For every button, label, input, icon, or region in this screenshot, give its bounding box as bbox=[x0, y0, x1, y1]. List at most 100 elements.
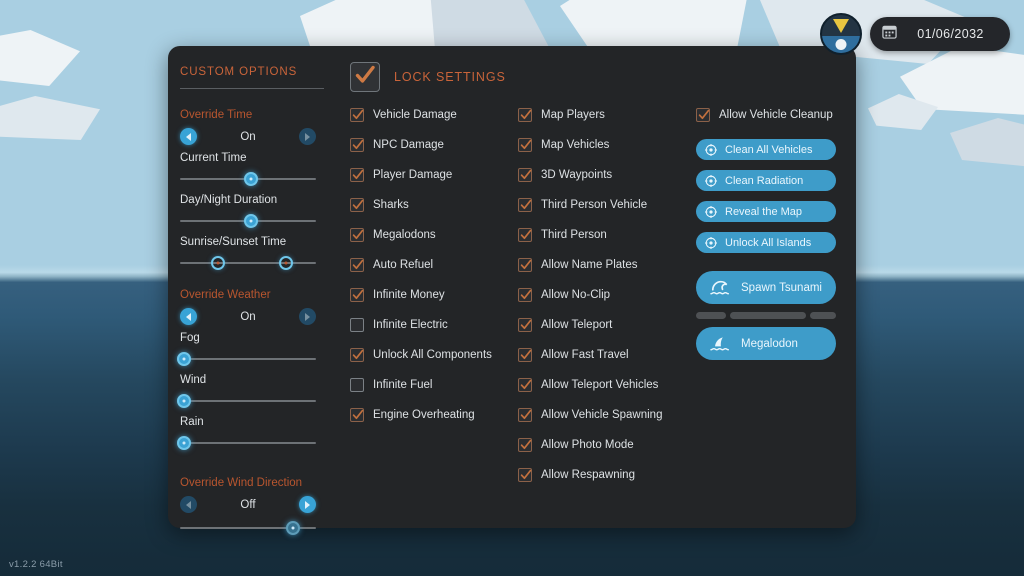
arrow-right-icon[interactable] bbox=[299, 308, 316, 325]
checkbox-engine-overheating[interactable]: Engine Overheating bbox=[350, 408, 510, 422]
checkmark-icon[interactable] bbox=[518, 318, 532, 332]
slider-knob[interactable] bbox=[244, 214, 258, 228]
checkmark-icon[interactable] bbox=[518, 258, 532, 272]
button-spawn-tsunami[interactable]: Spawn Tsunami bbox=[696, 271, 836, 304]
checkmark-icon[interactable] bbox=[518, 108, 532, 122]
checkmark-icon[interactable] bbox=[518, 378, 532, 392]
lock-settings-checkbox[interactable] bbox=[350, 62, 380, 92]
checkmark-icon[interactable] bbox=[350, 288, 364, 302]
slider-day-night-duration[interactable] bbox=[180, 213, 316, 229]
checkbox-label: Map Players bbox=[541, 109, 605, 121]
slider-current-time[interactable] bbox=[180, 171, 316, 187]
checkbox-label: Third Person Vehicle bbox=[541, 199, 647, 211]
checkbox-third-person[interactable]: Third Person bbox=[518, 228, 688, 242]
checkbox-label: Allow Teleport bbox=[541, 319, 612, 331]
lock-settings-row[interactable]: LOCK SETTINGS bbox=[350, 46, 506, 92]
checkbox-label: Infinite Fuel bbox=[373, 379, 432, 391]
slider-knob[interactable] bbox=[177, 352, 191, 366]
checkmark-icon[interactable] bbox=[518, 288, 532, 302]
slider-wind-direction[interactable] bbox=[180, 520, 316, 536]
arrow-right-icon[interactable] bbox=[299, 128, 316, 145]
checkmark-icon[interactable] bbox=[518, 168, 532, 182]
checkbox-allow-respawning[interactable]: Allow Respawning bbox=[518, 468, 688, 482]
checkbox-unlock-all-components[interactable]: Unlock All Components bbox=[350, 348, 510, 362]
arrow-right-icon[interactable] bbox=[299, 496, 316, 513]
arrow-left-icon[interactable] bbox=[180, 128, 197, 145]
avatar[interactable] bbox=[820, 13, 862, 55]
group-label: Override Wind Direction bbox=[180, 477, 340, 489]
checkmark-icon[interactable] bbox=[518, 198, 532, 212]
checkbox-label: Vehicle Damage bbox=[373, 109, 457, 121]
slider-knob-max[interactable] bbox=[279, 256, 293, 270]
button-megalodon[interactable]: Megalodon bbox=[696, 327, 836, 360]
checkbox-map-vehicles[interactable]: Map Vehicles bbox=[518, 138, 688, 152]
checkbox-3d-waypoints[interactable]: 3D Waypoints bbox=[518, 168, 688, 182]
checkbox-auto-refuel[interactable]: Auto Refuel bbox=[350, 258, 510, 272]
slider-knob[interactable] bbox=[244, 172, 258, 186]
checkbox-third-person-vehicle[interactable]: Third Person Vehicle bbox=[518, 198, 688, 212]
checkbox-map-players[interactable]: Map Players bbox=[518, 108, 688, 122]
override-group-override-time: Override TimeOnCurrent TimeDay/Night Dur… bbox=[180, 109, 340, 271]
arrow-left-icon[interactable] bbox=[180, 308, 197, 325]
target-icon bbox=[705, 175, 717, 187]
checkmark-icon[interactable] bbox=[350, 138, 364, 152]
slider-knob[interactable] bbox=[286, 521, 300, 535]
checkmark-icon[interactable] bbox=[518, 348, 532, 362]
checkbox-npc-damage[interactable]: NPC Damage bbox=[350, 138, 510, 152]
checkbox-allow-fast-travel[interactable]: Allow Fast Travel bbox=[518, 348, 688, 362]
checkbox-allow-vehicle-cleanup[interactable]: Allow Vehicle Cleanup bbox=[696, 108, 846, 122]
checkmark-icon[interactable] bbox=[350, 228, 364, 242]
button-clean-all-vehicles[interactable]: Clean All Vehicles bbox=[696, 139, 836, 160]
checkbox-allow-vehicle-spawning[interactable]: Allow Vehicle Spawning bbox=[518, 408, 688, 422]
slider-knob[interactable] bbox=[177, 436, 191, 450]
checkmark-icon[interactable] bbox=[350, 168, 364, 182]
checkmark-icon[interactable] bbox=[518, 138, 532, 152]
button-unlock-all-islands[interactable]: Unlock All Islands bbox=[696, 232, 836, 253]
checkbox-allow-name-plates[interactable]: Allow Name Plates bbox=[518, 258, 688, 272]
checkmark-icon[interactable] bbox=[350, 108, 364, 122]
slider-track bbox=[180, 262, 316, 264]
segment bbox=[696, 312, 726, 319]
checkbox-label: Megalodons bbox=[373, 229, 436, 241]
checkmark-icon[interactable] bbox=[518, 408, 532, 422]
slider-knob[interactable] bbox=[177, 394, 191, 408]
button-label: Clean All Vehicles bbox=[725, 144, 812, 156]
checkbox-label: Player Damage bbox=[373, 169, 452, 181]
checkmark-icon[interactable] bbox=[696, 108, 710, 122]
checkmark-icon[interactable] bbox=[350, 198, 364, 212]
checkbox-megalodons[interactable]: Megalodons bbox=[350, 228, 510, 242]
avatar-marker-icon bbox=[833, 19, 849, 33]
checkbox-allow-no-clip[interactable]: Allow No-Clip bbox=[518, 288, 688, 302]
checkbox-label: Allow Respawning bbox=[541, 469, 635, 481]
checkbox-label: Allow Photo Mode bbox=[541, 439, 634, 451]
checkbox-vehicle-damage[interactable]: Vehicle Damage bbox=[350, 108, 510, 122]
group-label: Override Time bbox=[180, 109, 340, 121]
arrow-left-icon[interactable] bbox=[180, 496, 197, 513]
date-badge[interactable]: 01/06/2032 bbox=[870, 17, 1010, 51]
checkmark-icon[interactable] bbox=[518, 468, 532, 482]
checkmark-icon[interactable] bbox=[350, 408, 364, 422]
date-text: 01/06/2032 bbox=[907, 27, 994, 41]
slider-sunrise-sunset-time[interactable] bbox=[180, 255, 316, 271]
checkbox-player-damage[interactable]: Player Damage bbox=[350, 168, 510, 182]
checkbox-infinite-money[interactable]: Infinite Money bbox=[350, 288, 510, 302]
checkbox-sharks[interactable]: Sharks bbox=[350, 198, 510, 212]
checkmark-icon[interactable] bbox=[350, 348, 364, 362]
checkbox-allow-teleport-vehicles[interactable]: Allow Teleport Vehicles bbox=[518, 378, 688, 392]
tsunami-segment-bar[interactable] bbox=[696, 312, 836, 319]
slider-knob-min[interactable] bbox=[211, 256, 225, 270]
checkmark-icon[interactable] bbox=[518, 228, 532, 242]
button-clean-radiation[interactable]: Clean Radiation bbox=[696, 170, 836, 191]
slider-fog[interactable] bbox=[180, 351, 316, 367]
button-reveal-the-map[interactable]: Reveal the Map bbox=[696, 201, 836, 222]
checkmark-icon[interactable] bbox=[350, 258, 364, 272]
checkbox-allow-teleport[interactable]: Allow Teleport bbox=[518, 318, 688, 332]
empty-checkbox-icon[interactable] bbox=[350, 318, 364, 332]
empty-checkbox-icon[interactable] bbox=[350, 378, 364, 392]
checkbox-allow-photo-mode[interactable]: Allow Photo Mode bbox=[518, 438, 688, 452]
checkbox-infinite-electric[interactable]: Infinite Electric bbox=[350, 318, 510, 332]
slider-wind[interactable] bbox=[180, 393, 316, 409]
slider-rain[interactable] bbox=[180, 435, 316, 451]
checkmark-icon[interactable] bbox=[518, 438, 532, 452]
checkbox-infinite-fuel[interactable]: Infinite Fuel bbox=[350, 378, 510, 392]
